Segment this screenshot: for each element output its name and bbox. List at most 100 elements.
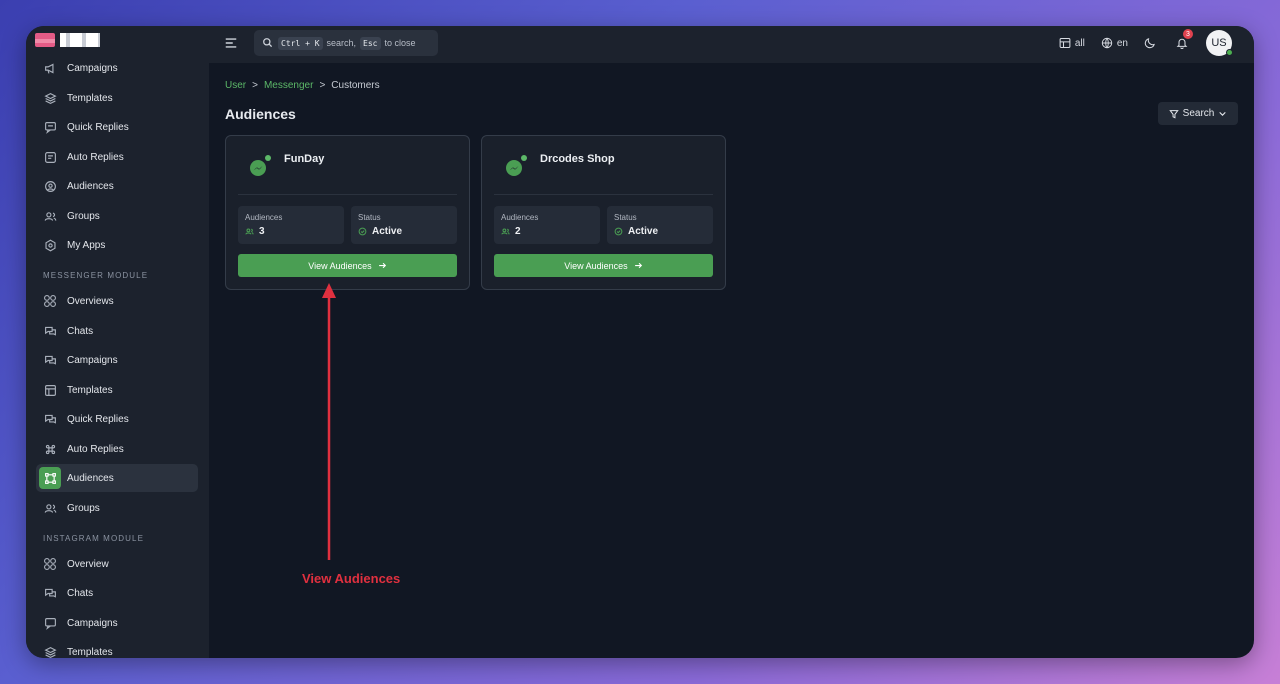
search-hint: search, [326,38,357,48]
messenger-icon [250,155,271,176]
avatar[interactable]: US [1206,30,1233,56]
annotation-label: View Audiences [302,571,401,586]
section-heading-messenger: MESSENGER MODULE [43,271,149,280]
megaphone-icon [39,57,61,79]
sidebar-item-auto-replies[interactable]: Auto Replies [36,435,198,463]
users-icon [501,228,510,235]
command-icon [39,438,61,460]
layers-icon [39,641,61,658]
sidebar-item-campaigns[interactable]: Campaigns [36,54,198,82]
page-card: FunDay Audiences 3 Status Active View Au… [225,135,470,290]
sidebar-item-label: Auto Replies [67,443,124,455]
sidebar-item-groups[interactable]: Groups [36,202,198,230]
notification-badge: 3 [1183,29,1193,39]
sidebar-item-my-apps[interactable]: My Apps [36,231,198,259]
sidebar-item-label: Templates [67,92,113,104]
check-circle-icon [358,227,367,236]
user-circle-icon [39,175,61,197]
topbar: Ctrl + K search, Esc to close all en 3 U… [209,26,1254,63]
all-apps-button[interactable]: all [1059,37,1085,49]
sidebar-item-label: Quick Replies [67,413,129,425]
theme-toggle[interactable] [1144,37,1160,49]
stat-label: Status [614,213,637,222]
brand-logo[interactable] [35,33,101,47]
sidebar-item-campaigns[interactable]: Campaigns [36,609,198,637]
stat-value-row: Active [614,226,658,237]
sidebar-item-templates[interactable]: Templates [36,84,198,112]
audiences-stat: Audiences 2 [494,206,600,244]
sidebar-item-groups[interactable]: Groups [36,494,198,522]
grid-icon [39,553,61,575]
search-input[interactable]: Ctrl + K search, Esc to close [254,30,438,56]
sidebar-item-label: Chats [67,587,94,599]
card-divider [238,194,457,195]
search-icon [262,37,274,49]
breadcrumb-separator: > [252,80,258,91]
sidebar-item-quick-replies[interactable]: Quick Replies [36,113,198,141]
moon-icon [1144,38,1155,49]
globe-icon [1101,37,1113,49]
chevron-down-icon [1219,111,1227,116]
notifications-button[interactable]: 3 [1176,29,1193,49]
arrow-right-icon [378,262,386,269]
auto-reply-icon [39,146,61,168]
sidebar-item-label: Templates [67,384,113,396]
megaphone-icon [39,349,61,371]
sidebar-item-label: Auto Replies [67,151,124,163]
shortcut-key: Esc [360,36,381,50]
sidebar-item-label: Campaigns [67,354,118,366]
arrow-right-icon [634,262,642,269]
menu-toggle-icon[interactable] [224,36,240,52]
layout-icon [39,379,61,401]
status-value: Active [628,226,659,237]
sidebar-item-label: Quick Replies [67,121,129,133]
sidebar: Campaigns Templates Quick Replies Auto R… [26,26,209,658]
chats-icon [39,408,61,430]
view-audiences-label: View Audiences [564,260,628,271]
shortcut-key: Ctrl + K [278,36,323,50]
page-card: Drcodes Shop Audiences 2 Status Active V… [481,135,726,290]
check-circle-icon [614,227,623,236]
stat-label: Audiences [501,213,539,222]
page-title: Audiences [225,106,296,122]
stat-label: Audiences [245,213,283,222]
topbar-actions: all en 3 US [1043,29,1233,56]
sidebar-item-audiences-active[interactable]: Audiences [36,464,198,492]
users-icon [245,228,254,235]
sidebar-item-label: Overviews [67,295,114,307]
sidebar-item-overview[interactable]: Overview [36,550,198,578]
view-audiences-button[interactable]: View Audiences [238,254,457,277]
sidebar-item-campaigns[interactable]: Campaigns [36,346,198,374]
app-window: Campaigns Templates Quick Replies Auto R… [26,26,1254,658]
users-icon [39,205,61,227]
stat-value-row: 3 [245,226,265,237]
breadcrumb-user[interactable]: User [225,80,246,91]
online-status-dot [1226,49,1233,56]
sidebar-item-chats[interactable]: Chats [36,579,198,607]
breadcrumb-current: Customers [331,80,380,91]
sidebar-item-label: Audiences [67,180,114,192]
sidebar-item-quick-replies[interactable]: Quick Replies [36,405,198,433]
view-audiences-button[interactable]: View Audiences [494,254,713,277]
sidebar-item-templates[interactable]: Templates [36,376,198,404]
breadcrumb-messenger[interactable]: Messenger [264,80,313,91]
language-button[interactable]: en [1101,37,1128,49]
sidebar-item-label: Chats [67,325,94,337]
audience-count: 3 [259,226,265,237]
apps-grid-icon [1059,37,1071,49]
search-filter-button[interactable]: Search [1158,102,1238,125]
sidebar-item-label: Campaigns [67,617,118,629]
users-icon [39,497,61,519]
sidebar-item-chats[interactable]: Chats [36,317,198,345]
sidebar-item-audiences[interactable]: Audiences [36,172,198,200]
sidebar-item-label: Audiences [67,472,114,484]
sidebar-item-overviews[interactable]: Overviews [36,287,198,315]
sidebar-item-label: My Apps [67,239,106,251]
sidebar-item-label: Groups [67,502,100,514]
view-audiences-label: View Audiences [308,260,372,271]
chats-icon [39,582,61,604]
sidebar-item-templates[interactable]: Templates [36,638,198,658]
sidebar-item-auto-replies[interactable]: Auto Replies [36,143,198,171]
search-filter-label: Search [1182,108,1215,119]
page-name: FunDay [284,153,325,165]
